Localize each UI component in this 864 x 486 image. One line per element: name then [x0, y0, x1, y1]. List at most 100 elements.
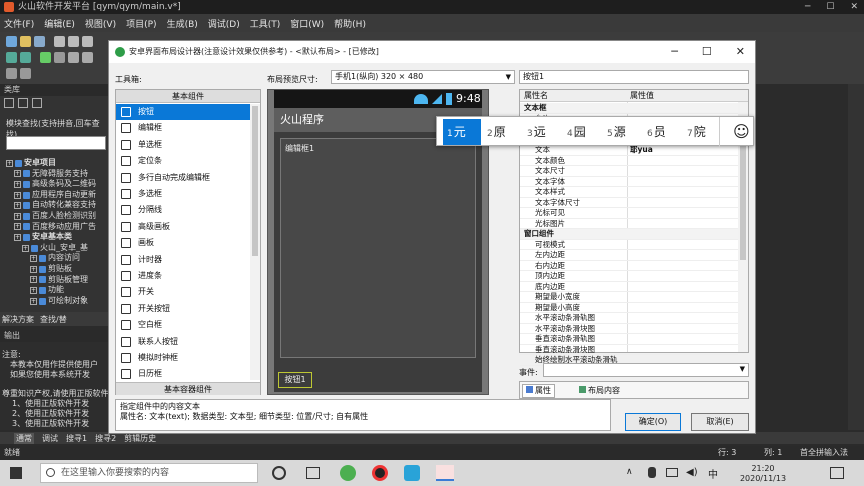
property-row[interactable]: 左内边距 [520, 250, 738, 261]
expand-icon[interactable]: + [30, 255, 37, 263]
menu-build[interactable]: 生成(B) [167, 17, 198, 30]
maximize-icon[interactable]: ☐ [826, 0, 834, 14]
palette-item[interactable]: 分隔线 [116, 202, 250, 218]
tree-item[interactable]: + 百度人脸检测识别 [2, 211, 110, 222]
expand-icon[interactable]: + [30, 265, 37, 273]
ime-candidate[interactable]: 6员 [647, 117, 666, 147]
tree-item[interactable]: + 无障碍服务支持 [2, 169, 110, 180]
menu-tools[interactable]: 工具(T) [250, 17, 281, 30]
dialog-maximize-icon[interactable]: ☐ [702, 41, 712, 63]
palette-item[interactable]: 多行自动完成编辑框 [116, 170, 250, 186]
expand-icon[interactable]: + [14, 223, 21, 231]
menu-window[interactable]: 窗口(W) [290, 17, 324, 30]
property-row[interactable]: 文本尺寸 [520, 166, 738, 177]
windows-start-icon[interactable] [10, 467, 22, 479]
menu-file[interactable]: 文件(F) [4, 17, 34, 30]
dialog-minimize-icon[interactable]: ─ [671, 41, 678, 63]
ime-candidate[interactable]: 1元 [447, 117, 466, 147]
menu-edit[interactable]: 编辑(E) [44, 17, 75, 30]
build-icon[interactable] [6, 52, 17, 63]
preview-size-select[interactable]: 手机1(纵向) 320 × 480 ▼ [331, 70, 515, 84]
phone-button[interactable]: 按钮1 [278, 372, 312, 388]
minimize-icon[interactable]: ─ [805, 0, 810, 14]
menu-debug[interactable]: 调试(D) [208, 17, 240, 30]
palette-item[interactable]: 日历框 [116, 366, 250, 382]
palette-item[interactable]: 空白框 [116, 317, 250, 333]
dialog-close-icon[interactable]: ✕ [736, 41, 745, 63]
ime-candidate[interactable]: 4园 [567, 117, 586, 147]
notification-icon[interactable] [830, 467, 844, 479]
step-icon[interactable] [68, 52, 79, 63]
tree-item[interactable]: + 自动转化兼容支持 [2, 200, 110, 211]
taskbar-search-box[interactable]: 在这里输入你要搜索的内容 [40, 463, 258, 483]
module-search-input[interactable] [6, 136, 106, 150]
tab-debug[interactable]: 调试 [42, 433, 58, 444]
expand-icon[interactable]: + [14, 170, 21, 178]
property-row[interactable]: 右内边距 [520, 261, 738, 271]
property-group[interactable]: 窗口组件 [520, 229, 738, 240]
tree-item[interactable]: + 安卓基本类 [2, 232, 110, 243]
emoji-icon[interactable]: ☺ [733, 122, 750, 141]
tray-up-icon[interactable]: ∧ [626, 467, 633, 477]
palette-item[interactable]: 多选框 [116, 186, 250, 202]
tab-solution[interactable]: 解决方案 [2, 314, 34, 325]
palette-scroll-thumb[interactable] [252, 106, 258, 256]
recorder-icon[interactable] [372, 465, 388, 481]
copy-icon[interactable] [68, 36, 79, 47]
bookmark-icon[interactable] [6, 68, 17, 79]
tree-item[interactable]: + 功能 [2, 285, 110, 296]
collapse-icon[interactable] [4, 98, 14, 108]
tab-properties[interactable]: 属性 [522, 384, 555, 398]
property-row[interactable]: 水平滚动条滑块图 [520, 324, 738, 334]
palette-item[interactable]: 开关 [116, 284, 250, 300]
rebuild-icon[interactable] [20, 52, 31, 63]
ok-button[interactable]: 确定(O) [625, 413, 681, 431]
property-row[interactable]: 垂直滚动条滑块图 [520, 345, 738, 355]
property-row[interactable]: 文本颜色 [520, 156, 738, 166]
tree-item[interactable]: + 百度移动应用广告 [2, 222, 110, 233]
tree-item[interactable]: + 剪贴板 [2, 264, 110, 275]
phone-edit-box[interactable]: 编辑框1 [280, 138, 476, 358]
cortana-icon[interactable] [272, 466, 286, 480]
expand-icon[interactable]: + [6, 159, 13, 167]
expand-icon[interactable]: + [30, 286, 37, 294]
expand-icon[interactable]: + [14, 180, 21, 188]
palette-header[interactable]: 基本组件 [116, 90, 260, 103]
palette-item[interactable]: 计时器 [116, 252, 250, 268]
network-icon[interactable] [666, 468, 678, 477]
cut-icon[interactable] [54, 36, 65, 47]
tree-item[interactable]: + 内容访问 [2, 253, 110, 264]
event-select[interactable]: ▼ [543, 363, 749, 377]
volcano-taskbar-icon[interactable] [436, 465, 454, 481]
palette-item[interactable]: 联系人按钮 [116, 334, 250, 350]
palette-item[interactable]: 画板 [116, 235, 250, 251]
ime-candidate[interactable]: 3远 [527, 117, 546, 147]
expand-icon[interactable]: + [22, 244, 29, 252]
menu-help[interactable]: 帮助(H) [334, 17, 366, 30]
property-row[interactable]: 水平滚动条滑轨图 [520, 313, 738, 324]
align-icon[interactable] [20, 68, 31, 79]
app-icon[interactable] [404, 465, 420, 481]
ime-candidate[interactable]: 5源 [607, 117, 626, 147]
palette-item[interactable]: 高级画板 [116, 219, 250, 235]
tab-find-replace[interactable]: 查找/替 [40, 314, 67, 325]
property-row[interactable]: 底内边距 [520, 282, 738, 292]
tree-item[interactable]: + 应用程序自动更新 [2, 190, 110, 201]
refresh-icon[interactable] [18, 98, 28, 108]
expand-icon[interactable]: + [30, 276, 37, 284]
palette-footer[interactable]: 基本容器组件 [116, 382, 260, 395]
menu-view[interactable]: 视图(V) [85, 17, 116, 30]
task-view-icon[interactable] [306, 467, 320, 479]
ime-candidate[interactable]: 2原 [487, 117, 506, 147]
taskbar-ime[interactable]: 中 [708, 466, 718, 481]
property-row[interactable]: 可视模式 [520, 240, 738, 250]
tree-item[interactable]: + 安卓项目 [2, 158, 110, 169]
property-row[interactable]: 光标图片 [520, 219, 738, 229]
property-row[interactable]: 文本字体 [520, 177, 738, 187]
palette-item[interactable]: 开关按钮 [116, 301, 250, 317]
property-scroll-thumb[interactable] [740, 130, 746, 260]
expand-icon[interactable]: + [30, 297, 37, 305]
save-icon[interactable] [34, 36, 45, 47]
step-over-icon[interactable] [82, 52, 93, 63]
new-file-icon[interactable] [6, 36, 17, 47]
